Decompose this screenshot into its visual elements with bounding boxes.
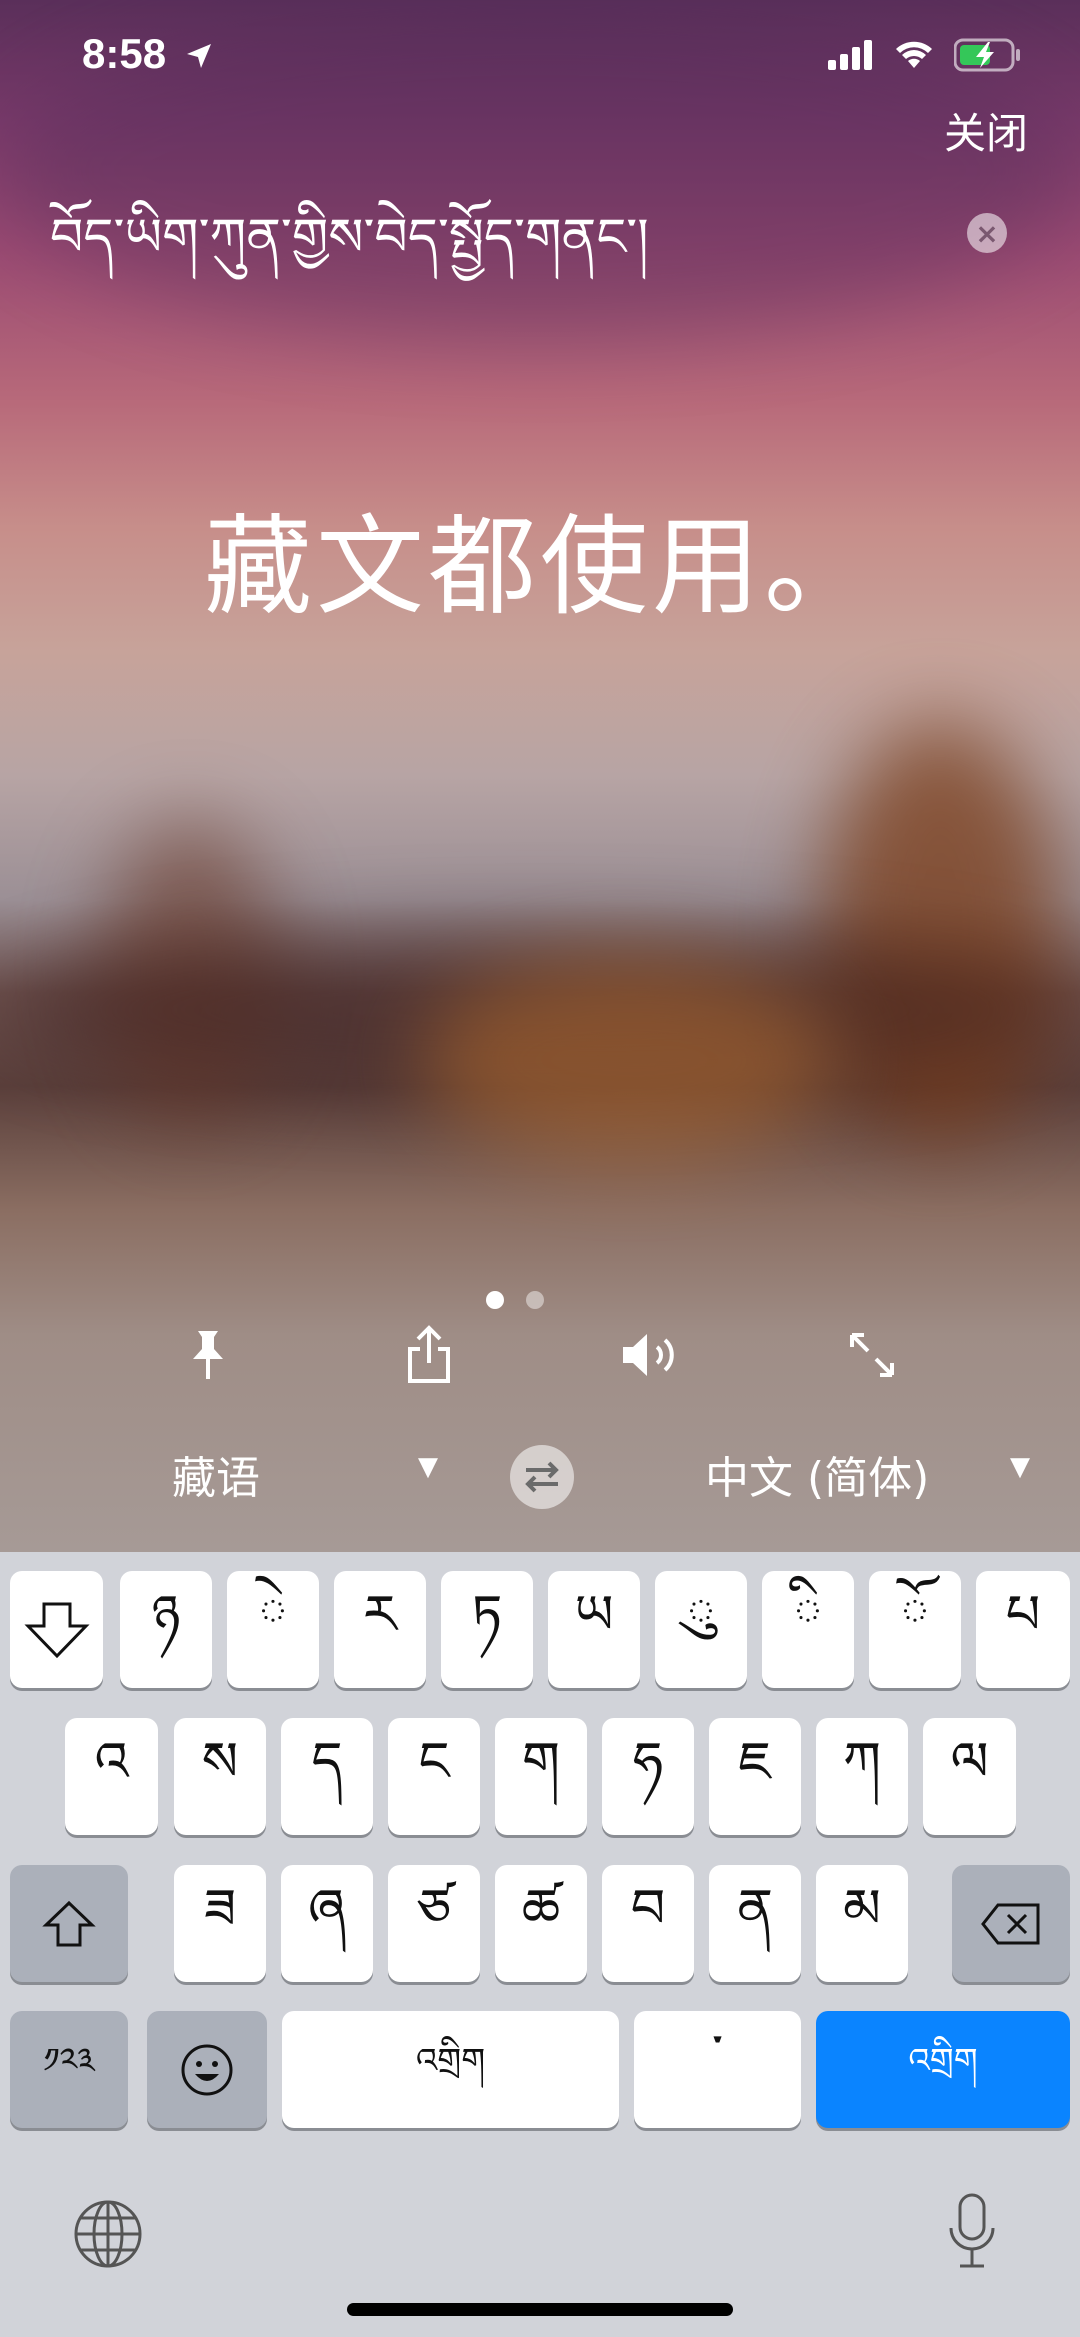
microphone-icon[interactable] xyxy=(946,2192,998,2270)
clear-text-button[interactable]: × xyxy=(967,213,1007,253)
source-language-selector[interactable]: 藏语 xyxy=(172,1442,260,1506)
key-row1-4[interactable]: ཏ xyxy=(441,1571,533,1688)
key-row1-1[interactable]: ཉ xyxy=(120,1571,212,1688)
key-row3-5[interactable]: བ xyxy=(602,1865,694,1982)
source-text-input[interactable]: བོད་ཡིག་ཀུན་གྱིས་བེད་སྤྱོད་གནང་། xyxy=(50,180,649,326)
share-button[interactable] xyxy=(394,1320,464,1390)
numbers-key[interactable]: ༡༢༣ xyxy=(10,2011,128,2128)
source-language-caret-icon[interactable]: ▼ xyxy=(418,1452,438,1482)
battery-charging-icon xyxy=(954,38,1020,72)
location-arrow-icon xyxy=(187,44,211,68)
tsheg-key-label: ་ xyxy=(711,2022,724,2086)
key-row2-3[interactable]: ད xyxy=(281,1718,373,1835)
key-row2-6[interactable]: ཧ xyxy=(602,1718,694,1835)
key-row2-4[interactable]: ང xyxy=(388,1718,480,1835)
translation-output: 藏文都使用。 xyxy=(203,505,876,630)
numbers-key-label: ༡༢༣ xyxy=(43,2040,95,2081)
wifi-icon xyxy=(896,41,932,68)
key-row2-1[interactable]: འ xyxy=(65,1718,158,1835)
space-key-label: འགྲིག xyxy=(415,2040,486,2081)
key-row2-8[interactable]: ཀ xyxy=(816,1718,908,1835)
key-row3-4[interactable]: ཚ xyxy=(495,1865,587,1982)
backspace-icon xyxy=(981,1903,1040,1944)
target-language-caret-icon[interactable]: ▼ xyxy=(1010,1452,1030,1482)
pin-icon xyxy=(193,1331,223,1379)
status-time: 8:58 xyxy=(82,30,167,77)
shift-arrow-icon xyxy=(42,1900,96,1946)
tsheg-key[interactable]: ་ xyxy=(634,2011,801,2128)
key-row1-9[interactable]: པ xyxy=(976,1571,1070,1688)
target-language-selector[interactable]: 中文 (简体) xyxy=(705,1442,929,1506)
dismiss-keyboard-key[interactable] xyxy=(10,1571,103,1688)
page-indicator xyxy=(486,1291,544,1309)
return-key[interactable]: འགྲིག xyxy=(816,2011,1070,2128)
speaker-icon xyxy=(623,1334,674,1376)
expand-icon xyxy=(850,1333,894,1377)
key-row2-7[interactable]: ཇ xyxy=(709,1718,801,1835)
backspace-key[interactable] xyxy=(952,1865,1070,1982)
key-row2-2[interactable]: ས xyxy=(174,1718,266,1835)
key-row3-2[interactable]: ཞ xyxy=(281,1865,373,1982)
swap-arrows-icon xyxy=(525,1461,559,1493)
key-row2-5[interactable]: ག xyxy=(495,1718,587,1835)
key-row1-7[interactable]: ི xyxy=(762,1571,854,1688)
space-key[interactable]: འགྲིག xyxy=(282,2011,619,2128)
key-row3-3[interactable]: ཙ xyxy=(388,1865,480,1982)
key-row1-3[interactable]: ར xyxy=(334,1571,426,1688)
key-row1-6[interactable]: ུ xyxy=(655,1571,747,1688)
key-row3-7[interactable]: མ xyxy=(816,1865,908,1982)
page-dot-2 xyxy=(526,1291,544,1309)
key-row3-6[interactable]: ན xyxy=(709,1865,801,1982)
globe-icon[interactable] xyxy=(72,2198,144,2270)
key-row1-8[interactable]: ོ xyxy=(869,1571,961,1688)
pin-button[interactable] xyxy=(173,1320,243,1390)
key-row2-9[interactable]: ལ xyxy=(923,1718,1016,1835)
shift-key[interactable] xyxy=(10,1865,128,1982)
page-dot-1 xyxy=(486,1291,504,1309)
speaker-button[interactable] xyxy=(617,1320,687,1390)
emoji-icon xyxy=(181,2044,233,2095)
fullscreen-button[interactable] xyxy=(837,1320,907,1390)
keyboard-down-icon xyxy=(23,1602,90,1658)
close-button[interactable]: 关闭 xyxy=(944,100,1028,161)
clear-icon: × xyxy=(975,216,999,250)
share-icon xyxy=(408,1325,450,1383)
emoji-key[interactable] xyxy=(147,2011,267,2128)
key-row1-5[interactable]: ཡ xyxy=(548,1571,640,1688)
home-indicator xyxy=(347,2303,733,2316)
swap-languages-button[interactable] xyxy=(510,1445,574,1509)
key-row1-2[interactable]: ེ xyxy=(227,1571,319,1688)
return-key-label: འགྲིག xyxy=(908,2040,978,2081)
key-row3-1[interactable]: ཟ xyxy=(174,1865,266,1982)
cellular-signal-icon xyxy=(828,40,872,70)
